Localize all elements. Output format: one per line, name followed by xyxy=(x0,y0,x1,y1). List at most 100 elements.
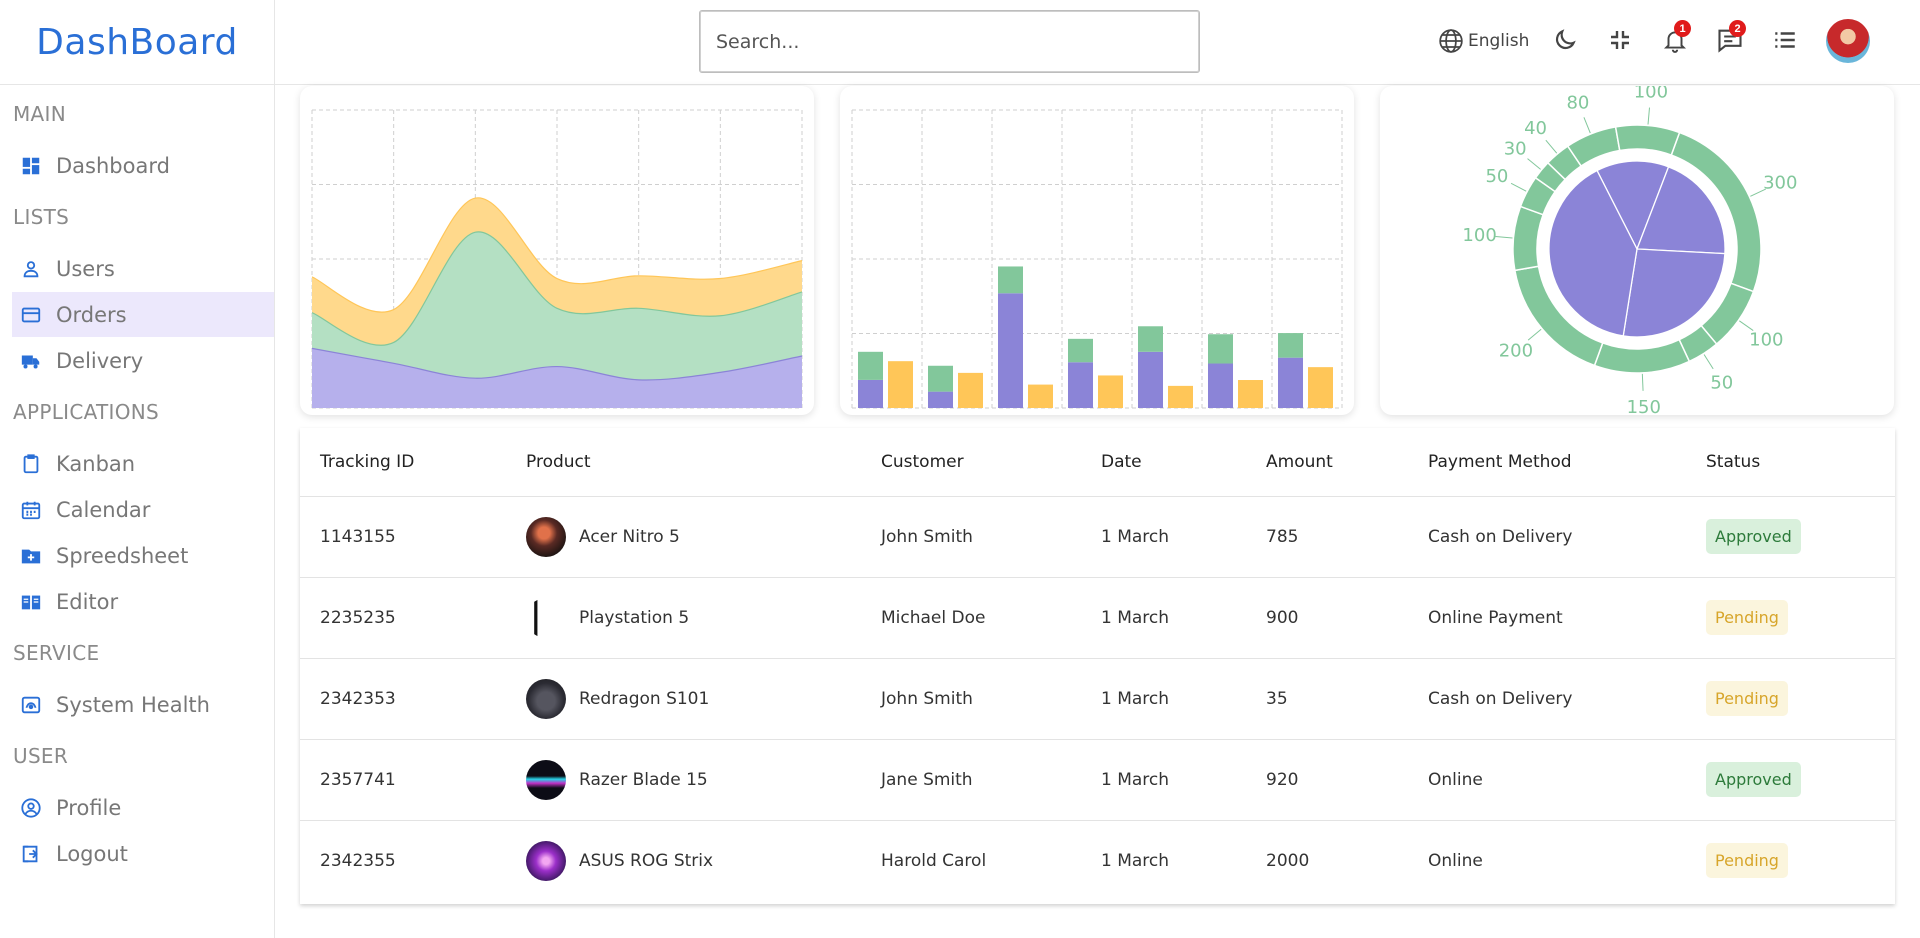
customer-cell: John Smith xyxy=(861,496,1081,578)
notifications-button[interactable]: 1 xyxy=(1657,20,1693,58)
bar-stack-2[interactable] xyxy=(1068,338,1093,363)
ring-segment[interactable] xyxy=(1512,205,1545,272)
bar-stack-1[interactable] xyxy=(928,391,953,408)
ring-label: 100 xyxy=(1462,225,1496,246)
bar-side[interactable] xyxy=(1028,384,1053,408)
table-row[interactable]: 1143155 Acer Nitro 5 John Smith 1 March … xyxy=(300,496,1895,578)
sidebar-item-label: Spreedsheet xyxy=(56,543,189,568)
bar-side[interactable] xyxy=(1168,385,1193,408)
avatar[interactable] xyxy=(1826,19,1870,63)
sidebar-item-delivery[interactable]: Delivery xyxy=(12,338,274,383)
sidebar-item-label: Users xyxy=(56,256,115,281)
bar-stack-2[interactable] xyxy=(928,365,953,392)
bar-chart-card xyxy=(840,86,1354,415)
ring-label-line xyxy=(1641,373,1644,391)
ring-label: 150 xyxy=(1627,397,1661,415)
bar-stack-2[interactable] xyxy=(1208,334,1233,364)
sidebar-section-user: USER xyxy=(13,744,69,768)
bar-side[interactable] xyxy=(1308,367,1333,408)
sidebar-item-kanban[interactable]: Kanban xyxy=(12,441,274,486)
sidebar-item-profile[interactable]: Profile xyxy=(12,785,274,830)
sidebar-item-users[interactable]: Users xyxy=(12,246,274,291)
sidebar-item-system-health[interactable]: System Health xyxy=(12,682,274,727)
ring-label: 200 xyxy=(1499,340,1533,361)
bar-side[interactable] xyxy=(1238,380,1263,408)
status-badge: Approved xyxy=(1706,519,1801,554)
column-header[interactable]: Payment Method xyxy=(1408,428,1686,497)
product-cell: Razer Blade 15 xyxy=(506,739,861,821)
product-image xyxy=(526,840,566,881)
bar-side[interactable] xyxy=(1098,375,1123,408)
column-header[interactable]: Customer xyxy=(861,428,1081,497)
sidebar-item-logout[interactable]: Logout xyxy=(12,831,274,876)
bar-stack-1[interactable] xyxy=(858,379,883,408)
ring-segment[interactable] xyxy=(1614,124,1681,157)
bar-stack-1[interactable] xyxy=(1138,351,1163,408)
ring-label: 80 xyxy=(1566,92,1589,113)
dark-mode-toggle[interactable] xyxy=(1547,22,1583,58)
bar-stack-1[interactable] xyxy=(998,293,1023,408)
book-icon xyxy=(21,595,41,609)
ring-label: 40 xyxy=(1524,118,1547,139)
sidebar-item-label: Logout xyxy=(56,841,128,866)
product-image xyxy=(526,516,566,557)
fullscreen-exit-button[interactable] xyxy=(1602,22,1638,58)
payment-method-cell: Online xyxy=(1428,850,1483,871)
search-box[interactable] xyxy=(699,10,1200,73)
sidebar-item-label: Orders xyxy=(56,302,127,327)
ring-label-line xyxy=(1527,158,1541,170)
bar-stack-1[interactable] xyxy=(1068,362,1093,408)
folder-plus-icon xyxy=(21,549,41,563)
bar-stack-2[interactable] xyxy=(1138,326,1163,352)
payment-method-cell: Cash on Delivery xyxy=(1408,496,1686,578)
sidebar-section-applications: APPLICATIONS xyxy=(13,400,160,424)
area-chart-card xyxy=(300,86,814,415)
credit-card-icon xyxy=(21,307,41,322)
bar-side[interactable] xyxy=(958,372,983,408)
payment-method-cell: Online xyxy=(1408,739,1686,821)
list-icon xyxy=(1775,32,1795,48)
bar-side[interactable] xyxy=(888,361,913,408)
product-name: ASUS ROG Strix xyxy=(579,850,714,871)
bar-stack-2[interactable] xyxy=(1278,333,1303,358)
grid-lines xyxy=(851,109,1343,409)
search-input[interactable] xyxy=(716,30,1199,53)
product-name: Acer Nitro 5 xyxy=(579,526,680,547)
column-header[interactable]: Status xyxy=(1686,428,1895,497)
language-selector[interactable]: English xyxy=(1438,20,1529,62)
ring-segment[interactable] xyxy=(1593,338,1691,374)
bar-stack-2[interactable] xyxy=(858,351,883,380)
top-bar: DashBoard English 1 2 xyxy=(0,0,1920,85)
logout-icon xyxy=(22,845,38,862)
sidebar: MAIN Dashboard LISTS Users Orders Delive… xyxy=(0,85,275,938)
tracking-id-cell: 2357741 xyxy=(300,739,506,821)
sidebar-item-dashboard[interactable]: Dashboard xyxy=(12,143,274,188)
table-row[interactable]: 2357741 Razer Blade 15 Jane Smith 1 Marc… xyxy=(300,739,1895,821)
logo[interactable]: DashBoard xyxy=(36,22,238,63)
list-menu-button[interactable] xyxy=(1767,22,1803,58)
globe-icon xyxy=(1439,29,1463,53)
column-header[interactable]: Amount xyxy=(1246,428,1408,497)
bar-stack-1[interactable] xyxy=(1278,357,1303,408)
table-row[interactable]: 2342353 Redragon S101 John Smith 1 March… xyxy=(300,658,1895,740)
sidebar-item-editor[interactable]: Editor xyxy=(12,579,274,624)
date-cell: 1 March xyxy=(1081,739,1246,821)
column-header[interactable]: Product xyxy=(506,428,861,497)
bar-stack-2[interactable] xyxy=(998,266,1023,294)
messages-badge: 2 xyxy=(1729,20,1746,37)
table-row[interactable]: 2235235 Playstation 5 Michael Doe 1 Marc… xyxy=(300,577,1895,659)
column-header[interactable]: Tracking ID xyxy=(300,428,506,497)
sidebar-item-label: Dashboard xyxy=(56,153,170,178)
product-name: Redragon S101 xyxy=(579,688,710,709)
table-row[interactable]: 2342355 ASUS ROG Strix Harold Carol 1 Ma… xyxy=(300,820,1895,901)
sidebar-item-orders[interactable]: Orders xyxy=(12,292,274,337)
ring-label-line xyxy=(1583,117,1591,134)
messages-button[interactable]: 2 xyxy=(1712,20,1748,58)
amount-cell: 2000 xyxy=(1266,850,1310,871)
dashboard-icon xyxy=(22,157,40,174)
column-header[interactable]: Date xyxy=(1081,428,1246,497)
sidebar-item-spreadsheet[interactable]: Spreedsheet xyxy=(12,533,274,578)
bar-stack-1[interactable] xyxy=(1208,363,1233,408)
product-cell: Playstation 5 xyxy=(506,577,861,659)
sidebar-item-calendar[interactable]: Calendar xyxy=(12,487,274,532)
